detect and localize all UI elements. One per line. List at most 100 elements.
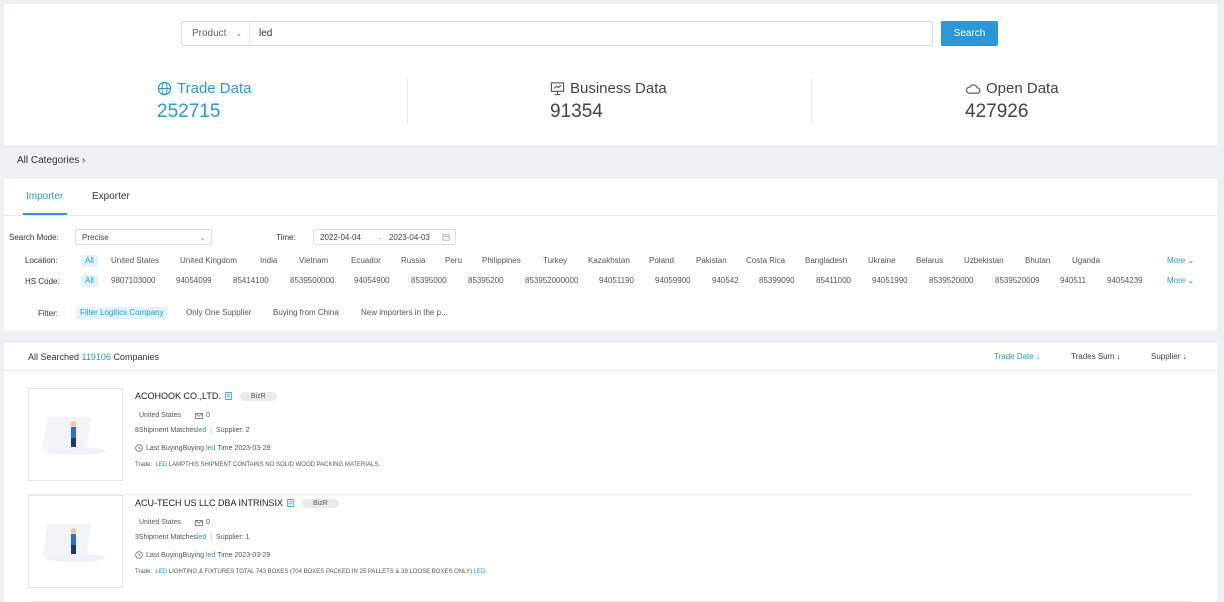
last-buying-keyword: led (205, 551, 216, 559)
hs-code-option-14[interactable]: 94051990 (872, 275, 908, 287)
hs-code-option-12[interactable]: 85399090 (759, 275, 795, 287)
location-option-9[interactable]: Turkey (543, 255, 567, 267)
tab-exporter[interactable]: Exporter (92, 191, 130, 202)
location-more-button[interactable]: More ⌄ (1167, 256, 1194, 265)
search-mode-select[interactable]: Precise ⌄ (75, 229, 212, 245)
sort-supplier[interactable]: Supplier ↓ (1151, 352, 1187, 361)
filter-option-1[interactable]: Only One Supplier (186, 307, 251, 319)
company-country: United States (139, 519, 182, 526)
all-categories-link[interactable]: All Categories › (17, 155, 85, 166)
company-thumbnail (28, 388, 123, 481)
sort-label: Trades Sum (1071, 352, 1115, 361)
results-prefix: All Searched (28, 352, 80, 362)
trade-description: LIGHTING & FIXTURES TOTAL 743 BOXES (704… (168, 569, 473, 575)
sort-trades-sum[interactable]: Trades Sum ↓ (1071, 352, 1121, 361)
location-option-8[interactable]: Philippines (482, 255, 521, 267)
location-option-0[interactable]: All (81, 255, 98, 267)
stat-title: Business Data (570, 80, 667, 97)
search-button[interactable]: Search (941, 21, 998, 46)
company-card[interactable]: ACU-TECH US LLC DBA INTRINSIX BizR Unite… (28, 495, 1192, 602)
time-label: Time: (276, 233, 296, 242)
location-option-18[interactable]: Bhutan (1025, 255, 1050, 267)
chevron-down-icon: ⌄ (1187, 276, 1195, 285)
hs-code-option-6[interactable]: 85395000 (411, 275, 447, 287)
location-option-5[interactable]: Ecuador (351, 255, 381, 267)
filter-option-3[interactable]: New importers in the p... (361, 307, 448, 319)
document-icon[interactable] (287, 499, 294, 507)
hs-code-option-10[interactable]: 94059900 (655, 275, 691, 287)
mail-count: 0 (206, 519, 210, 526)
stat-business-data[interactable]: Business Data 91354 (550, 80, 667, 123)
document-icon[interactable] (225, 392, 232, 400)
search-type-select[interactable]: Product ⌄ (182, 22, 250, 45)
company-name[interactable]: ACOHOOK CO.,LTD. (135, 391, 221, 401)
filter-option-0[interactable]: Filter Logitics Company (76, 307, 168, 319)
time-range-picker[interactable]: 2022-04-04 → 2023-04-03 (313, 229, 456, 245)
page: Product ⌄ Search Trade Data 252715 Busin… (0, 0, 1224, 602)
hs-code-option-3[interactable]: 85414100 (233, 275, 269, 287)
hs-code-option-18[interactable]: 94054239 (1107, 275, 1143, 287)
sort-trade-date[interactable]: Trade Date ↓ (994, 352, 1040, 361)
categories-bar: All Categories › (4, 150, 1217, 174)
last-buying-keyword: led (205, 444, 216, 452)
company-name[interactable]: ACU-TECH US LLC DBA INTRINSIX (135, 498, 283, 508)
location-option-1[interactable]: United States (111, 255, 159, 267)
search-mode-value: Precise (82, 232, 109, 242)
last-buying-time: Time 2023-03-29 (217, 444, 271, 452)
hs-code-option-13[interactable]: 85411000 (816, 275, 851, 287)
hs-code-option-16[interactable]: 8539520009 (995, 275, 1040, 287)
stat-title: Open Data (986, 80, 1059, 97)
categories-label: All Categories (17, 155, 80, 166)
filter-label: Filter: (38, 309, 58, 318)
hs-code-option-15[interactable]: 8539520000 (929, 275, 974, 287)
clock-icon (135, 444, 143, 452)
hs-code-option-2[interactable]: 94054099 (176, 275, 212, 287)
location-option-7[interactable]: Peru (445, 255, 462, 267)
placeholder-person-illustration (42, 524, 105, 562)
shipments-keyword: led (196, 427, 207, 434)
hs-code-option-0[interactable]: All (81, 275, 98, 287)
tab-importer[interactable]: Importer (26, 191, 63, 202)
location-option-4[interactable]: Vietnam (299, 255, 328, 267)
hs-code-option-11[interactable]: 940542 (712, 275, 739, 287)
hs-code-option-5[interactable]: 94054900 (354, 275, 390, 287)
role-tabs: Importer Exporter (4, 179, 1217, 216)
results-suffix: Companies (113, 352, 159, 362)
location-option-17[interactable]: Uzbekistan (964, 255, 1004, 267)
location-option-16[interactable]: Belarus (916, 255, 943, 267)
last-buying-prefix: Last BuyingBuying (146, 551, 204, 559)
hs-code-option-7[interactable]: 85395200 (468, 275, 504, 287)
stat-trade-data[interactable]: Trade Data 252715 (157, 80, 251, 123)
company-card[interactable]: ACOHOOK CO.,LTD. BizR United States 0 8S… (28, 388, 1192, 495)
trade-keyword-end: LED (473, 569, 486, 575)
location-option-2[interactable]: United Kingdom (180, 255, 237, 267)
bizr-badge: BizR (302, 498, 339, 508)
trade-keyword: LED (155, 462, 168, 468)
location-option-11[interactable]: Poland (649, 255, 674, 267)
location-option-12[interactable]: Pakistan (696, 255, 727, 267)
more-label: More (1167, 256, 1186, 265)
stat-open-data[interactable]: Open Data 427926 (965, 80, 1059, 123)
presentation-icon (550, 82, 565, 96)
location-option-3[interactable]: India (260, 255, 277, 267)
hs-code-option-9[interactable]: 94051190 (599, 275, 634, 287)
results-number: 119106 (81, 352, 111, 362)
location-option-13[interactable]: Costa Rica (746, 255, 785, 267)
location-option-19[interactable]: Uganda (1072, 255, 1100, 267)
hs-code-option-17[interactable]: 940511 (1060, 275, 1086, 287)
hs-code-option-8[interactable]: 853952000000 (525, 275, 578, 287)
hs-more-button[interactable]: More ⌄ (1167, 276, 1194, 285)
search-type-label: Product (192, 28, 227, 39)
location-option-10[interactable]: Kazakhstan (588, 255, 630, 267)
hs-code-option-1[interactable]: 9807103000 (111, 275, 156, 287)
chevron-down-icon: ⌄ (199, 232, 206, 242)
hs-code-option-4[interactable]: 8539500000 (290, 275, 335, 287)
location-option-15[interactable]: Ukraine (868, 255, 896, 267)
filter-option-2[interactable]: Buying from China (273, 307, 339, 319)
location-option-14[interactable]: Bangladesh (805, 255, 847, 267)
search-input[interactable] (250, 22, 932, 45)
location-option-6[interactable]: Russia (401, 255, 425, 267)
mail-icon (195, 412, 203, 419)
divider (407, 78, 408, 124)
supplier-count: Supplier: 2 (216, 427, 250, 434)
